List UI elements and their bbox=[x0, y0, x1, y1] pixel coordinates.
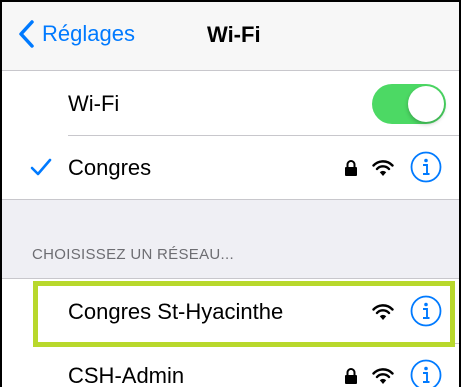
wifi-signal-icon bbox=[372, 368, 394, 384]
checkmark-icon bbox=[30, 158, 52, 176]
connected-network-row[interactable]: Congres bbox=[2, 135, 459, 199]
wifi-toggle-switch[interactable] bbox=[372, 84, 446, 124]
network-row[interactable]: Congres St-Hyacinthe bbox=[2, 279, 459, 343]
lock-icon bbox=[345, 368, 357, 384]
wifi-signal-icon bbox=[372, 304, 394, 320]
screen: Réglages Wi-Fi Wi-Fi Congres CHOISISSEZ … bbox=[2, 2, 459, 387]
info-icon[interactable] bbox=[410, 295, 442, 327]
section-header: CHOISISSEZ UN RÉSEAU... bbox=[32, 246, 234, 263]
network-name: CSH-Admin bbox=[68, 363, 185, 387]
network-name: Congres St-Hyacinthe bbox=[68, 299, 284, 324]
connected-network-name: Congres bbox=[68, 155, 152, 180]
lock-icon bbox=[345, 160, 357, 176]
back-button[interactable]: Réglages bbox=[14, 16, 135, 52]
network-row[interactable]: CSH-Admin bbox=[2, 343, 459, 387]
toggle-knob bbox=[408, 86, 444, 122]
wifi-toggle-label: Wi-Fi bbox=[68, 91, 120, 116]
wifi-settings-group: Wi-Fi Congres bbox=[2, 71, 459, 200]
wifi-toggle-row: Wi-Fi bbox=[2, 71, 459, 135]
chevron-left-icon bbox=[19, 20, 34, 48]
back-button-label: Réglages bbox=[42, 21, 135, 46]
info-icon[interactable] bbox=[410, 151, 442, 183]
info-icon[interactable] bbox=[410, 359, 442, 387]
page-title: Wi-Fi bbox=[207, 22, 261, 47]
wifi-signal-icon bbox=[372, 160, 394, 176]
navigation-bar: Réglages Wi-Fi bbox=[2, 2, 459, 71]
available-networks-group: Congres St-Hyacinthe CSH-Admin bbox=[2, 278, 459, 387]
